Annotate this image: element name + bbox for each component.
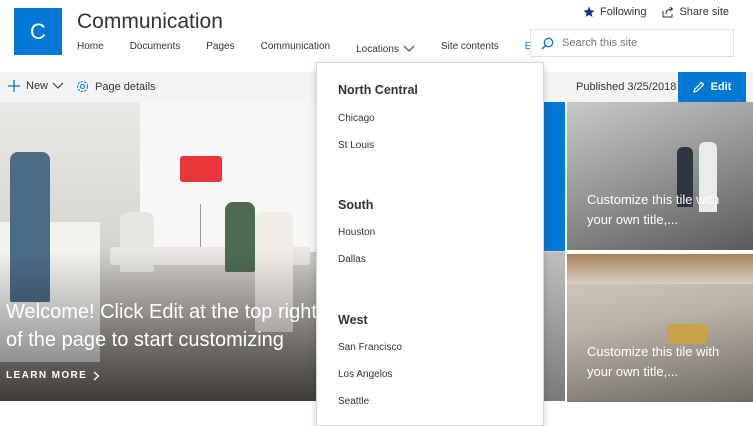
plus-icon — [8, 80, 20, 92]
tile-2-text: Customize this tile with your own title,… — [587, 344, 720, 379]
location-group-heading[interactable]: West — [338, 313, 368, 327]
search-box[interactable] — [530, 29, 734, 57]
star-icon — [583, 6, 595, 17]
location-link-dallas[interactable]: Dallas — [338, 254, 366, 265]
page-details-button[interactable]: Page details — [76, 80, 156, 93]
tile-1-text: Customize this tile with your own title,… — [587, 192, 720, 227]
location-group-south: South Houston Dallas — [338, 198, 375, 265]
locations-dropdown: North Central Chicago St Louis South Hou… — [316, 62, 544, 426]
search-input[interactable] — [562, 37, 722, 49]
location-link-seattle[interactable]: Seattle — [338, 396, 369, 407]
edit-button[interactable]: Edit — [678, 72, 746, 102]
learn-more-label: LEARN MORE — [6, 370, 88, 381]
top-navigation: Home Documents Pages Communication Locat… — [77, 41, 568, 57]
site-logo[interactable]: C — [14, 8, 62, 55]
gear-icon — [76, 80, 89, 93]
following-button[interactable]: Following — [583, 6, 646, 18]
location-group-heading[interactable]: North Central — [338, 83, 418, 97]
share-site-button[interactable]: Share site — [662, 6, 729, 18]
chevron-down-icon — [403, 45, 415, 52]
page-details-label: Page details — [95, 80, 156, 93]
location-group-heading[interactable]: South — [338, 198, 373, 212]
nav-home[interactable]: Home — [77, 41, 104, 57]
nav-documents[interactable]: Documents — [130, 41, 181, 57]
nav-locations[interactable]: Locations — [356, 41, 415, 57]
hero-title: Welcome! Click Edit at the top right of … — [6, 301, 317, 351]
nav-pages[interactable]: Pages — [206, 41, 234, 57]
chevron-right-icon — [93, 370, 100, 381]
share-site-label: Share site — [679, 6, 729, 18]
location-group-west: West San Francisco Los Angelos Seattle — [338, 313, 402, 407]
location-group-north-central: North Central Chicago St Louis — [338, 83, 418, 151]
location-link-houston[interactable]: Houston — [338, 227, 375, 238]
location-link-san-francisco[interactable]: San Francisco — [338, 342, 402, 353]
location-link-chicago[interactable]: Chicago — [338, 113, 375, 124]
hero-tile-2[interactable]: Customize this tile with your own title,… — [567, 254, 753, 402]
edit-button-label: Edit — [710, 81, 732, 93]
hero-tile-1[interactable]: Customize this tile with your own title,… — [567, 102, 753, 250]
chevron-down-icon — [52, 82, 64, 89]
pencil-icon — [692, 81, 704, 93]
new-button[interactable]: New — [8, 80, 64, 92]
location-link-st-louis[interactable]: St Louis — [338, 140, 374, 151]
chair-image — [667, 324, 707, 344]
share-icon — [662, 6, 674, 18]
nav-locations-label: Locations — [356, 43, 399, 55]
hero-side-strip — [543, 252, 565, 401]
location-link-los-angelos[interactable]: Los Angelos — [338, 369, 393, 380]
header-actions: Following Share site — [567, 6, 729, 18]
site-title[interactable]: Communication — [77, 10, 223, 34]
published-status: Published 3/25/2018 — [576, 81, 677, 93]
learn-more-link[interactable]: LEARN MORE — [6, 370, 100, 381]
following-label: Following — [600, 6, 647, 18]
new-label: New — [26, 80, 49, 92]
ceiling-image — [567, 254, 753, 284]
search-icon — [541, 37, 554, 50]
hero-blue-tile[interactable] — [543, 102, 565, 251]
red-lamp-image — [180, 156, 222, 182]
nav-communication[interactable]: Communication — [261, 41, 330, 57]
nav-site-contents[interactable]: Site contents — [441, 41, 499, 57]
